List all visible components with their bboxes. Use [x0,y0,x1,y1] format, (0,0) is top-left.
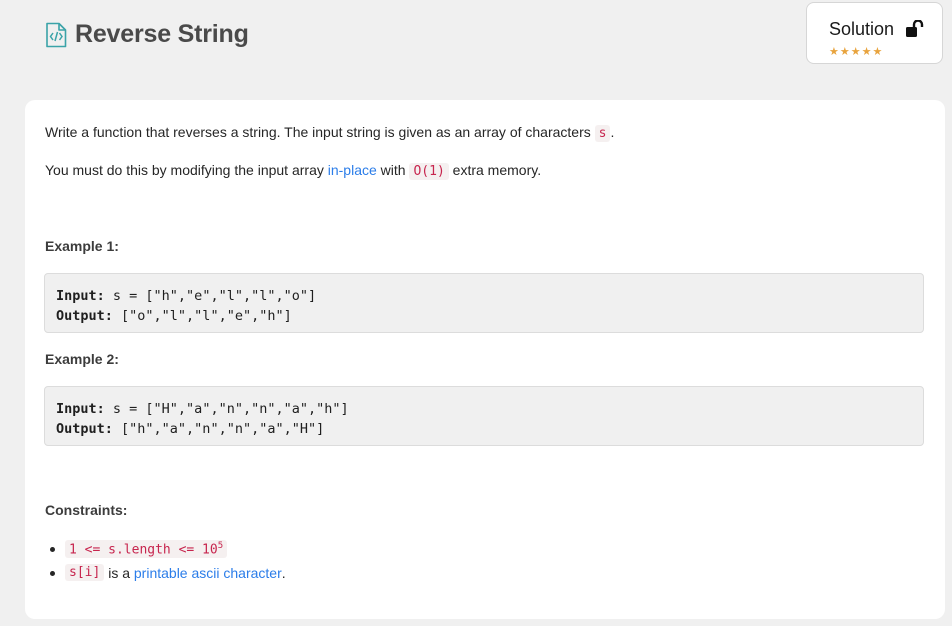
constraint-item: s[i] is a printable ascii character. [50,564,286,581]
page-header: Reverse String [44,20,249,49]
code-file-icon [46,22,67,47]
inline-code: s[i] [65,564,105,581]
example-1-heading: Example 1: [45,238,119,254]
star-icon: ★ [839,46,850,58]
page-title: Reverse String [75,20,249,48]
inline-code: 1 <= s.length <= 105 [65,540,228,559]
star-icon: ★ [850,46,861,58]
rating-stars: ★ ★ ★ ★ ★ [829,47,882,58]
bullet [50,571,55,576]
description-paragraph-1: Write a function that reverses a string.… [45,124,615,142]
constraint-item: 1 <= s.length <= 105 [50,540,228,559]
solution-button[interactable]: Solution ★ ★ ★ ★ ★ [806,2,943,64]
inline-code: s [594,125,611,142]
unlock-icon [906,20,924,37]
star-icon: ★ [872,46,883,58]
example-2-block: Input: s = ["H","a","n","n","a","h"] Out… [44,386,924,446]
example-2-heading: Example 2: [45,351,119,367]
star-icon: ★ [829,46,839,58]
in-place-link[interactable]: in-place [328,162,377,178]
example-1-block: Input: s = ["h","e","l","l","o"] Output:… [44,273,924,333]
bullet [50,547,55,552]
solution-label: Solution [829,19,895,39]
constraints-heading: Constraints: [45,502,128,518]
printable-ascii-link[interactable]: printable ascii character [134,565,282,581]
description-paragraph-2: You must do this by modifying the input … [45,162,542,180]
inline-code: O(1) [409,163,449,180]
star-icon: ★ [861,46,872,58]
problem-description: Write a function that reverses a string.… [25,100,945,619]
